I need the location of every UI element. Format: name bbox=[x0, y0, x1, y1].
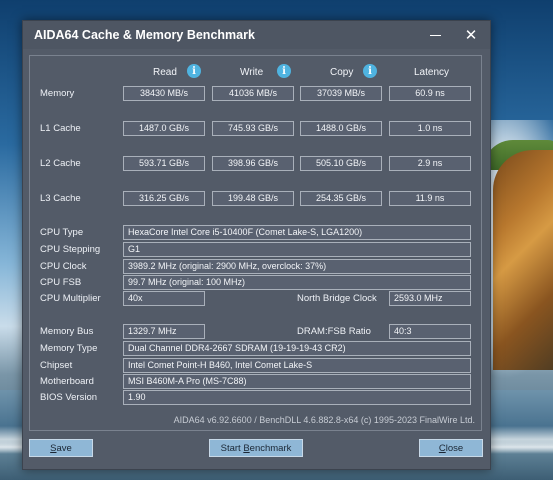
l2-write-value: 398.96 GB/s bbox=[212, 156, 294, 171]
start-label-pre: Start bbox=[220, 442, 244, 454]
bios-version-value: 1.90 bbox=[123, 390, 471, 405]
chipset-label: Chipset bbox=[40, 360, 73, 371]
row-label-l1: L1 Cache bbox=[40, 123, 81, 134]
l3-copy-value: 254.35 GB/s bbox=[300, 191, 382, 206]
column-read: Read bbox=[153, 67, 177, 78]
bios-version-label: BIOS Version bbox=[40, 392, 98, 403]
save-label-rest: ave bbox=[56, 442, 72, 454]
motherboard-value: MSI B460M-A Pro (MS-7C88) bbox=[123, 374, 471, 389]
memory-write-value: 41036 MB/s bbox=[212, 86, 294, 101]
cpu-multiplier-label: CPU Multiplier bbox=[40, 293, 101, 304]
window-title: AIDA64 Cache & Memory Benchmark bbox=[34, 28, 255, 42]
cpu-stepping-value: G1 bbox=[123, 242, 471, 257]
minimize-icon[interactable] bbox=[417, 21, 453, 49]
version-footer: AIDA64 v6.92.6600 / BenchDLL 4.6.882.8-x… bbox=[173, 415, 475, 425]
cpu-stepping-label: CPU Stepping bbox=[40, 244, 101, 255]
dram-fsb-ratio-value: 40:3 bbox=[389, 324, 471, 339]
l1-copy-value: 1488.0 GB/s bbox=[300, 121, 382, 136]
copy-info-icon[interactable]: i bbox=[363, 64, 377, 78]
l2-latency-value: 2.9 ns bbox=[389, 156, 471, 171]
nb-clock-value: 2593.0 MHz bbox=[389, 291, 471, 306]
close-x-icon[interactable]: ✕ bbox=[453, 21, 489, 49]
cpu-fsb-value: 99.7 MHz (original: 100 MHz) bbox=[123, 275, 471, 290]
cpu-type-value: HexaCore Intel Core i5-10400F (Comet Lak… bbox=[123, 225, 471, 240]
cpu-fsb-label: CPU FSB bbox=[40, 277, 82, 288]
sea-cliff bbox=[493, 150, 553, 370]
memory-copy-value: 37039 MB/s bbox=[300, 86, 382, 101]
l1-read-value: 1487.0 GB/s bbox=[123, 121, 205, 136]
write-info-icon[interactable]: i bbox=[277, 64, 291, 78]
memory-read-value: 38430 MB/s bbox=[123, 86, 205, 101]
start-benchmark-button[interactable]: Start Benchmark bbox=[209, 439, 303, 457]
read-info-icon[interactable]: i bbox=[187, 64, 201, 78]
row-label-memory: Memory bbox=[40, 88, 75, 99]
cpu-clock-label: CPU Clock bbox=[40, 261, 87, 272]
l1-latency-value: 1.0 ns bbox=[389, 121, 471, 136]
cpu-type-label: CPU Type bbox=[40, 227, 84, 238]
benchmark-window: AIDA64 Cache & Memory Benchmark ✕ Read i… bbox=[22, 20, 491, 470]
memory-bus-value: 1329.7 MHz bbox=[123, 324, 205, 339]
close-label-rest: lose bbox=[445, 442, 464, 454]
close-button[interactable]: Close bbox=[419, 439, 483, 457]
motherboard-label: Motherboard bbox=[40, 376, 94, 387]
l3-latency-value: 11.9 ns bbox=[389, 191, 471, 206]
close-mnemonic: C bbox=[438, 442, 446, 454]
column-latency: Latency bbox=[414, 67, 450, 78]
l3-write-value: 199.48 GB/s bbox=[212, 191, 294, 206]
memory-type-label: Memory Type bbox=[40, 343, 98, 354]
column-copy: Copy bbox=[330, 67, 354, 78]
memory-type-value: Dual Channel DDR4-2667 SDRAM (19-19-19-4… bbox=[123, 341, 471, 356]
l2-read-value: 593.71 GB/s bbox=[123, 156, 205, 171]
cpu-multiplier-value: 40x bbox=[123, 291, 205, 306]
memory-latency-value: 60.9 ns bbox=[389, 86, 471, 101]
save-button[interactable]: Save bbox=[29, 439, 93, 457]
column-write: Write bbox=[240, 67, 264, 78]
l1-write-value: 745.93 GB/s bbox=[212, 121, 294, 136]
start-label-rest: enchmark bbox=[249, 442, 292, 454]
nb-clock-label: North Bridge Clock bbox=[297, 293, 377, 304]
dram-fsb-ratio-label: DRAM:FSB Ratio bbox=[297, 326, 371, 337]
title-bar[interactable]: AIDA64 Cache & Memory Benchmark ✕ bbox=[23, 21, 490, 49]
chipset-value: Intel Comet Point-H B460, Intel Comet La… bbox=[123, 358, 471, 373]
cpu-clock-value: 3989.2 MHz (original: 2900 MHz, overcloc… bbox=[123, 259, 471, 274]
l2-copy-value: 505.10 GB/s bbox=[300, 156, 382, 171]
row-label-l3: L3 Cache bbox=[40, 193, 81, 204]
row-label-l2: L2 Cache bbox=[40, 158, 81, 169]
memory-bus-label: Memory Bus bbox=[40, 326, 94, 337]
l3-read-value: 316.25 GB/s bbox=[123, 191, 205, 206]
